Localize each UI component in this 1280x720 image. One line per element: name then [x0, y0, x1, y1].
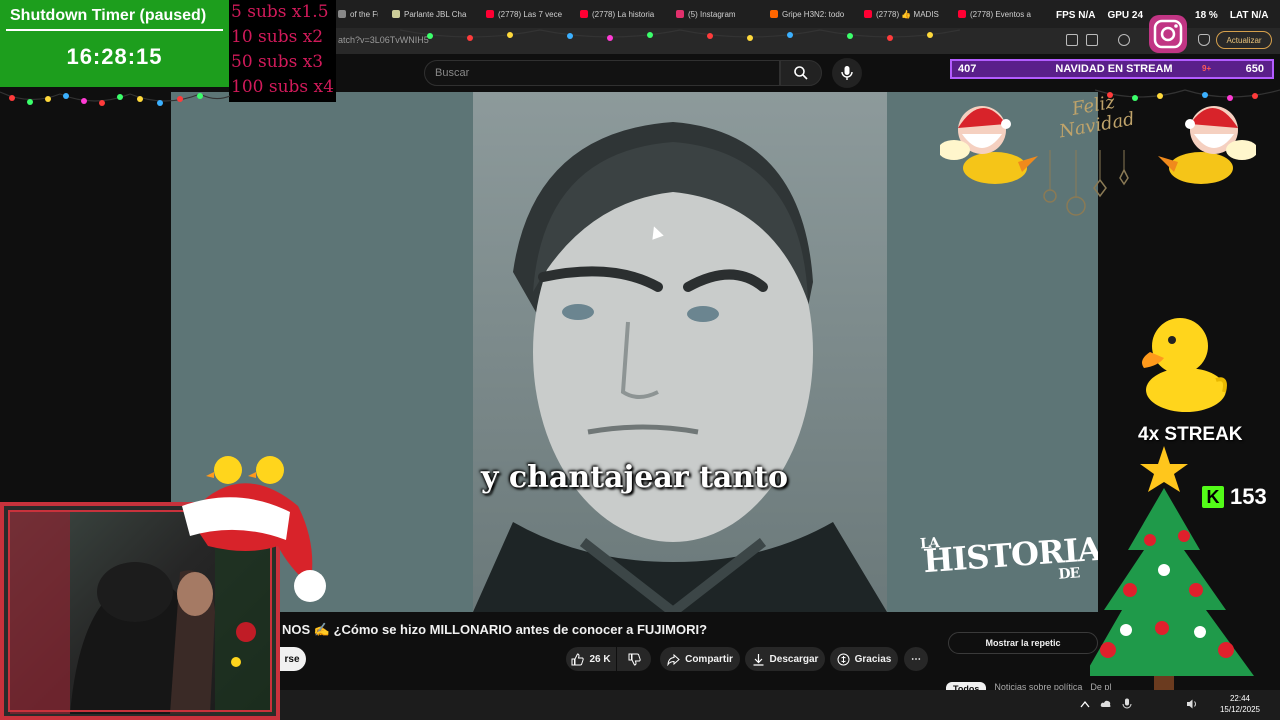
youtube-favicon-icon [486, 10, 494, 18]
more-actions-button[interactable]: ⋯ [904, 647, 928, 671]
system-clock[interactable]: 22:44 15/12/2025 [1220, 693, 1260, 715]
search-button[interactable] [780, 60, 822, 86]
youtube-favicon-icon [580, 10, 588, 18]
more-icon: ⋯ [911, 653, 921, 665]
santa-duck-icon [1158, 106, 1256, 184]
video-frame-portrait [473, 92, 887, 612]
browser-tab[interactable]: (2778) Las 7 vece [486, 5, 568, 23]
notification-badge: 9+ [1202, 64, 1212, 73]
multiplier-item: 50 subs x3 [231, 52, 324, 72]
screenshot-icon[interactable] [1086, 34, 1098, 46]
share-icon [667, 653, 680, 666]
goal-title: NAVIDAD EN STREAM [1055, 63, 1173, 75]
instagram-logo-icon [1149, 15, 1187, 53]
multiplier-item: 10 subs x2 [231, 27, 324, 47]
chevron-up-icon[interactable] [1080, 700, 1090, 708]
goal-target: 650 [1245, 63, 1264, 75]
multiplier-item: 100 subs x4 [231, 77, 334, 97]
voice-search-button[interactable] [832, 58, 862, 88]
download-button[interactable]: Descargar [745, 647, 825, 671]
timer-title: Shutdown Timer (paused) [10, 7, 207, 24]
fps-readout: FPS N/A [1056, 10, 1096, 21]
share-button[interactable]: Compartir [660, 647, 740, 671]
youtube-favicon-icon [864, 10, 872, 18]
microphone-icon [841, 66, 853, 80]
stream-goal-bar: 407 NAVIDAD EN STREAM 9+ 650 [950, 59, 1274, 79]
cpu-readout: 18 % [1195, 10, 1218, 21]
youtube-favicon-icon [958, 10, 966, 18]
dislike-button[interactable] [617, 647, 651, 671]
subscribe-button[interactable]: rse [278, 647, 306, 671]
portrait-illustration [473, 122, 887, 612]
tab-favicon-icon [770, 10, 778, 18]
browser-tab[interactable]: Parlante JBL Cha [392, 5, 474, 23]
super-thanks-icon [837, 653, 850, 665]
browser-tab[interactable]: (2778) 👍 MADIS [864, 5, 946, 23]
music-icon[interactable] [1118, 34, 1130, 46]
santa-hat-decoration [182, 456, 326, 602]
tab-favicon-icon [392, 10, 400, 18]
streak-duck-icon [1142, 318, 1227, 412]
thumbs-up-icon [571, 652, 585, 665]
update-button[interactable]: Actualizar [1216, 31, 1272, 49]
shield-icon[interactable] [1198, 34, 1210, 46]
browser-tab[interactable]: (2778) La historia [580, 5, 662, 23]
browser-tab[interactable]: Gripe H3N2: todo [770, 5, 852, 23]
search-icon [794, 66, 808, 80]
shutdown-timer-overlay: Shutdown Timer (paused) 16:28:15 [0, 0, 229, 87]
thanks-button[interactable]: Gracias [830, 647, 898, 671]
ornaments-decoration [1043, 150, 1129, 216]
christmas-lights-decoration [400, 29, 960, 41]
christmas-lights-decoration [0, 91, 230, 106]
windows-taskbar: 22:44 15/12/2025 [280, 690, 1280, 720]
download-icon [753, 653, 764, 666]
cloud-icon[interactable] [1100, 698, 1112, 710]
volume-icon[interactable] [1186, 698, 1198, 710]
search-input[interactable]: Buscar [424, 60, 780, 86]
browser-tab[interactable]: of the Fut [338, 5, 378, 23]
tab-favicon-icon [338, 10, 346, 18]
channel-watermark: LA HISTORIA DE [919, 529, 1098, 583]
timer-divider [6, 29, 223, 31]
stream-capture: of the Fut Parlante JBL Cha (2778) Las 7… [0, 0, 1280, 720]
subs-multiplier-overlay: 5 subs x1.5 10 subs x2 50 subs x3 100 su… [229, 0, 336, 102]
multiplier-item: 5 subs x1.5 [231, 2, 329, 22]
gpu-readout: GPU 24 [1107, 10, 1144, 21]
video-title: NOS ✍️ ¿Cómo se hizo MILLONARIO antes de… [282, 622, 708, 637]
microphone-icon[interactable] [1122, 698, 1132, 710]
browser-tab[interactable]: (5) Instagram [676, 5, 758, 23]
timer-value: 16:28:15 [66, 44, 163, 69]
like-button[interactable]: 26 K [566, 647, 616, 671]
christmas-tree-icon [1090, 446, 1254, 690]
instagram-favicon-icon [676, 10, 684, 18]
latency-readout: LAT N/A [1229, 10, 1269, 21]
show-replay-button[interactable]: Mostrar la repetic [948, 632, 1098, 654]
thumbs-down-icon [628, 653, 641, 666]
browser-tab[interactable]: (2778) Eventos a [958, 5, 1040, 23]
santa-duck-icon [940, 106, 1038, 184]
extension-icon[interactable] [1066, 34, 1078, 46]
